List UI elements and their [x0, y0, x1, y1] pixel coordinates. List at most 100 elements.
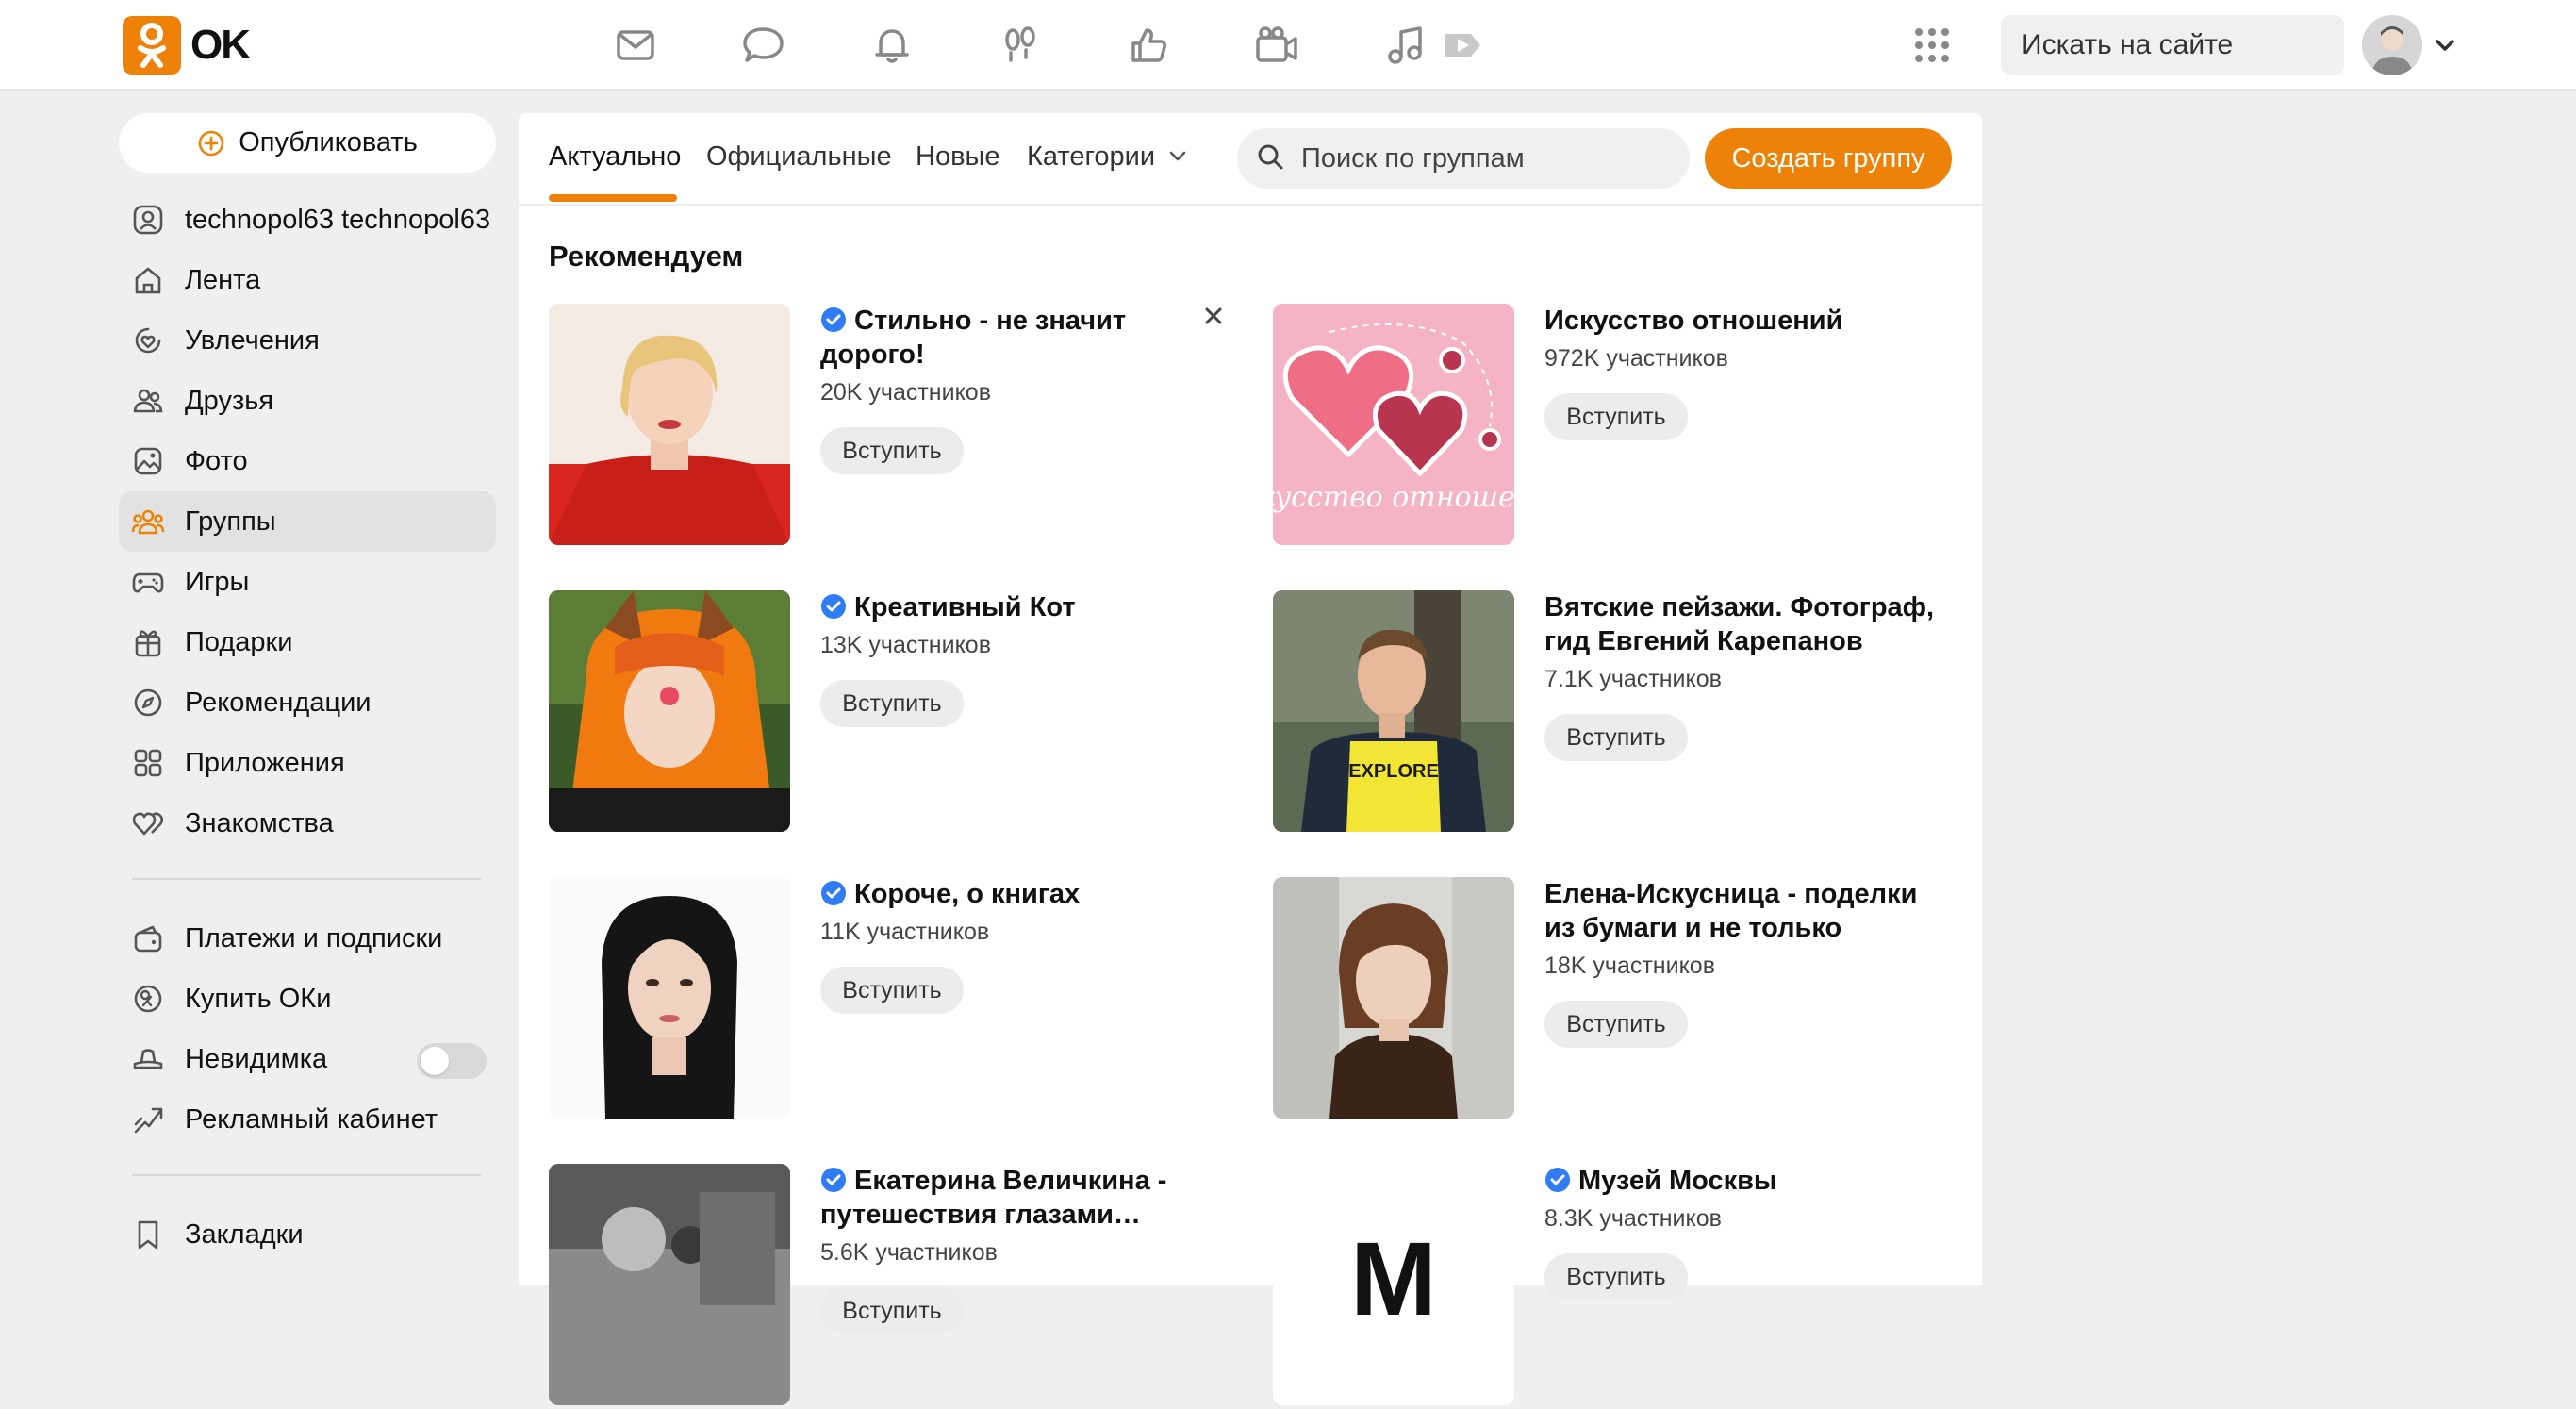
- messages-icon[interactable]: [603, 13, 668, 77]
- sidebar-item-label: Фото: [185, 445, 248, 476]
- tab-categories-label: Категории: [1027, 141, 1156, 172]
- apps-grid-icon[interactable]: [1900, 13, 1964, 77]
- discussions-icon[interactable]: [732, 13, 796, 77]
- close-icon[interactable]: [1199, 302, 1228, 330]
- ok-logo-icon: [123, 16, 181, 75]
- group-thumbnail[interactable]: Искусство отношений: [1273, 304, 1514, 545]
- guests-icon[interactable]: [988, 13, 1052, 77]
- games-icon: [130, 564, 166, 600]
- group-members: 972K участников: [1544, 345, 1728, 372]
- create-group-button[interactable]: Создать группу: [1705, 128, 1952, 189]
- video-icon[interactable]: [1245, 13, 1309, 77]
- notifications-icon[interactable]: [860, 13, 924, 77]
- plus-circle-icon: [197, 129, 225, 157]
- group-thumbnail[interactable]: [549, 590, 790, 832]
- tab-categories[interactable]: Категории: [1027, 141, 1187, 173]
- group-name[interactable]: Короче, о книгах: [820, 877, 1216, 911]
- coins-icon: [130, 981, 166, 1017]
- join-button[interactable]: Вступить: [1544, 1253, 1688, 1301]
- group-thumbnail[interactable]: [549, 304, 790, 545]
- group-name[interactable]: Креативный Кот: [820, 590, 1216, 624]
- group-name-text: Креативный Кот: [854, 592, 1076, 622]
- group-name[interactable]: Искусство отношений: [1544, 304, 1940, 338]
- group-info: Стильно - не значит дорого! 20K участник…: [820, 304, 1216, 474]
- sidebar-item-label: Знакомства: [185, 807, 334, 838]
- video-player-icon[interactable]: [1429, 13, 1494, 77]
- sidebar-item-invisible: Невидимка: [119, 1029, 496, 1089]
- tab-official[interactable]: Официальные: [706, 141, 892, 173]
- group-members: 8.3K участников: [1544, 1205, 1722, 1232]
- ads-icon: [130, 1102, 166, 1137]
- left-sidebar: Опубликовать technopol63 technopol63 Лен…: [119, 113, 496, 1265]
- sidebar-divider: [132, 878, 481, 880]
- join-button[interactable]: Вступить: [820, 427, 964, 474]
- group-name[interactable]: Екатерина Величкина - путешествия глазам…: [820, 1164, 1216, 1232]
- logo-text: OK: [190, 22, 251, 68]
- verified-icon: [821, 1168, 846, 1192]
- sidebar-item-gifts[interactable]: Подарки: [119, 612, 496, 672]
- sidebar-item-dating[interactable]: Знакомства: [119, 793, 496, 854]
- group-members: 20K участников: [820, 379, 991, 406]
- group-thumbnail[interactable]: [549, 877, 790, 1119]
- group-name-text: Стильно - не значит дорого!: [820, 306, 1127, 370]
- group-search-input[interactable]: [1301, 142, 1671, 174]
- music-icon[interactable]: [1373, 13, 1437, 77]
- sidebar-item-payments[interactable]: Платежи и подписки: [119, 908, 496, 969]
- site-search-input[interactable]: [2022, 28, 2386, 61]
- sidebar-item-ads-cabinet[interactable]: Рекламный кабинет: [119, 1089, 496, 1150]
- join-button[interactable]: Вступить: [1544, 393, 1688, 440]
- group-card: М Музей Москвы 8.3K участников Вступить: [1273, 1164, 1933, 1409]
- sidebar-item-apps[interactable]: Приложения: [119, 733, 496, 793]
- join-button[interactable]: Вступить: [820, 680, 964, 727]
- tab-actual[interactable]: Актуально: [549, 141, 681, 173]
- publish-label: Опубликовать: [239, 127, 418, 157]
- tab-new[interactable]: Новые: [916, 141, 999, 173]
- sidebar-divider: [132, 1174, 481, 1176]
- invisible-icon: [130, 1041, 166, 1077]
- sidebar-item-profile[interactable]: technopol63 technopol63: [119, 190, 496, 250]
- sidebar-item-buy-oki[interactable]: Купить ОКи: [119, 969, 496, 1029]
- sidebar-item-games[interactable]: Игры: [119, 552, 496, 612]
- sidebar-item-label: Игры: [185, 566, 250, 597]
- toggle-knob: [421, 1047, 449, 1075]
- join-button[interactable]: Вступить: [820, 967, 964, 1014]
- group-name[interactable]: Стильно - не значит дорого!: [820, 304, 1216, 372]
- sidebar-item-groups[interactable]: Группы: [119, 491, 496, 552]
- user-avatar[interactable]: [2362, 15, 2422, 75]
- publish-button[interactable]: Опубликовать: [119, 113, 496, 173]
- thumb-text: EXPLORE: [1348, 761, 1439, 782]
- group-card: Короче, о книгах 11K участников Вступить: [549, 877, 1209, 1122]
- group-thumbnail[interactable]: [1273, 877, 1514, 1119]
- sidebar-item-friends[interactable]: Друзья: [119, 371, 496, 431]
- events-icon[interactable]: [1116, 13, 1181, 77]
- sidebar-item-label: Рекламный кабинет: [185, 1103, 438, 1135]
- group-card: Екатерина Величкина - путешествия глазам…: [549, 1164, 1209, 1409]
- group-name[interactable]: Вятские пейзажи. Фотограф, гид Евгений К…: [1544, 590, 1940, 658]
- group-thumbnail[interactable]: [549, 1164, 790, 1405]
- thumb-text: Искусство отношений: [1273, 481, 1514, 514]
- sidebar-item-label: Увлечения: [185, 324, 320, 356]
- invisible-toggle[interactable]: [417, 1043, 487, 1079]
- chevron-down-icon: [1169, 151, 1186, 161]
- sidebar-item-bookmarks[interactable]: Закладки: [119, 1204, 496, 1265]
- ok-logo[interactable]: OK: [123, 16, 251, 75]
- group-card: Стильно - не значит дорого! 20K участник…: [549, 304, 1222, 549]
- sidebar-item-hobbies[interactable]: Увлечения: [119, 310, 496, 371]
- join-button[interactable]: Вступить: [1544, 714, 1688, 761]
- group-thumbnail[interactable]: М: [1273, 1164, 1514, 1405]
- group-name[interactable]: Елена-Искусница - поделки из бумаги и не…: [1544, 877, 1940, 945]
- sidebar-item-recommendations[interactable]: Рекомендации: [119, 672, 496, 733]
- hobbies-icon: [130, 323, 166, 358]
- join-button[interactable]: Вступить: [1544, 1001, 1688, 1048]
- join-button[interactable]: Вступить: [820, 1287, 964, 1334]
- group-thumbnail[interactable]: EXPLORE: [1273, 590, 1514, 832]
- sidebar-item-label: Купить ОКи: [185, 983, 332, 1014]
- sidebar-item-feed[interactable]: Лента: [119, 250, 496, 310]
- group-info: Искусство отношений 972K участников Всту…: [1544, 304, 1940, 440]
- top-navigation: [603, 13, 1494, 77]
- chevron-down-icon[interactable]: [2431, 32, 2459, 58]
- sidebar-item-photo[interactable]: Фото: [119, 431, 496, 491]
- group-name[interactable]: Музей Москвы: [1544, 1164, 1940, 1198]
- group-name-text: Вятские пейзажи. Фотограф, гид Евгений К…: [1544, 592, 1935, 656]
- group-members: 18K участников: [1544, 953, 1715, 979]
